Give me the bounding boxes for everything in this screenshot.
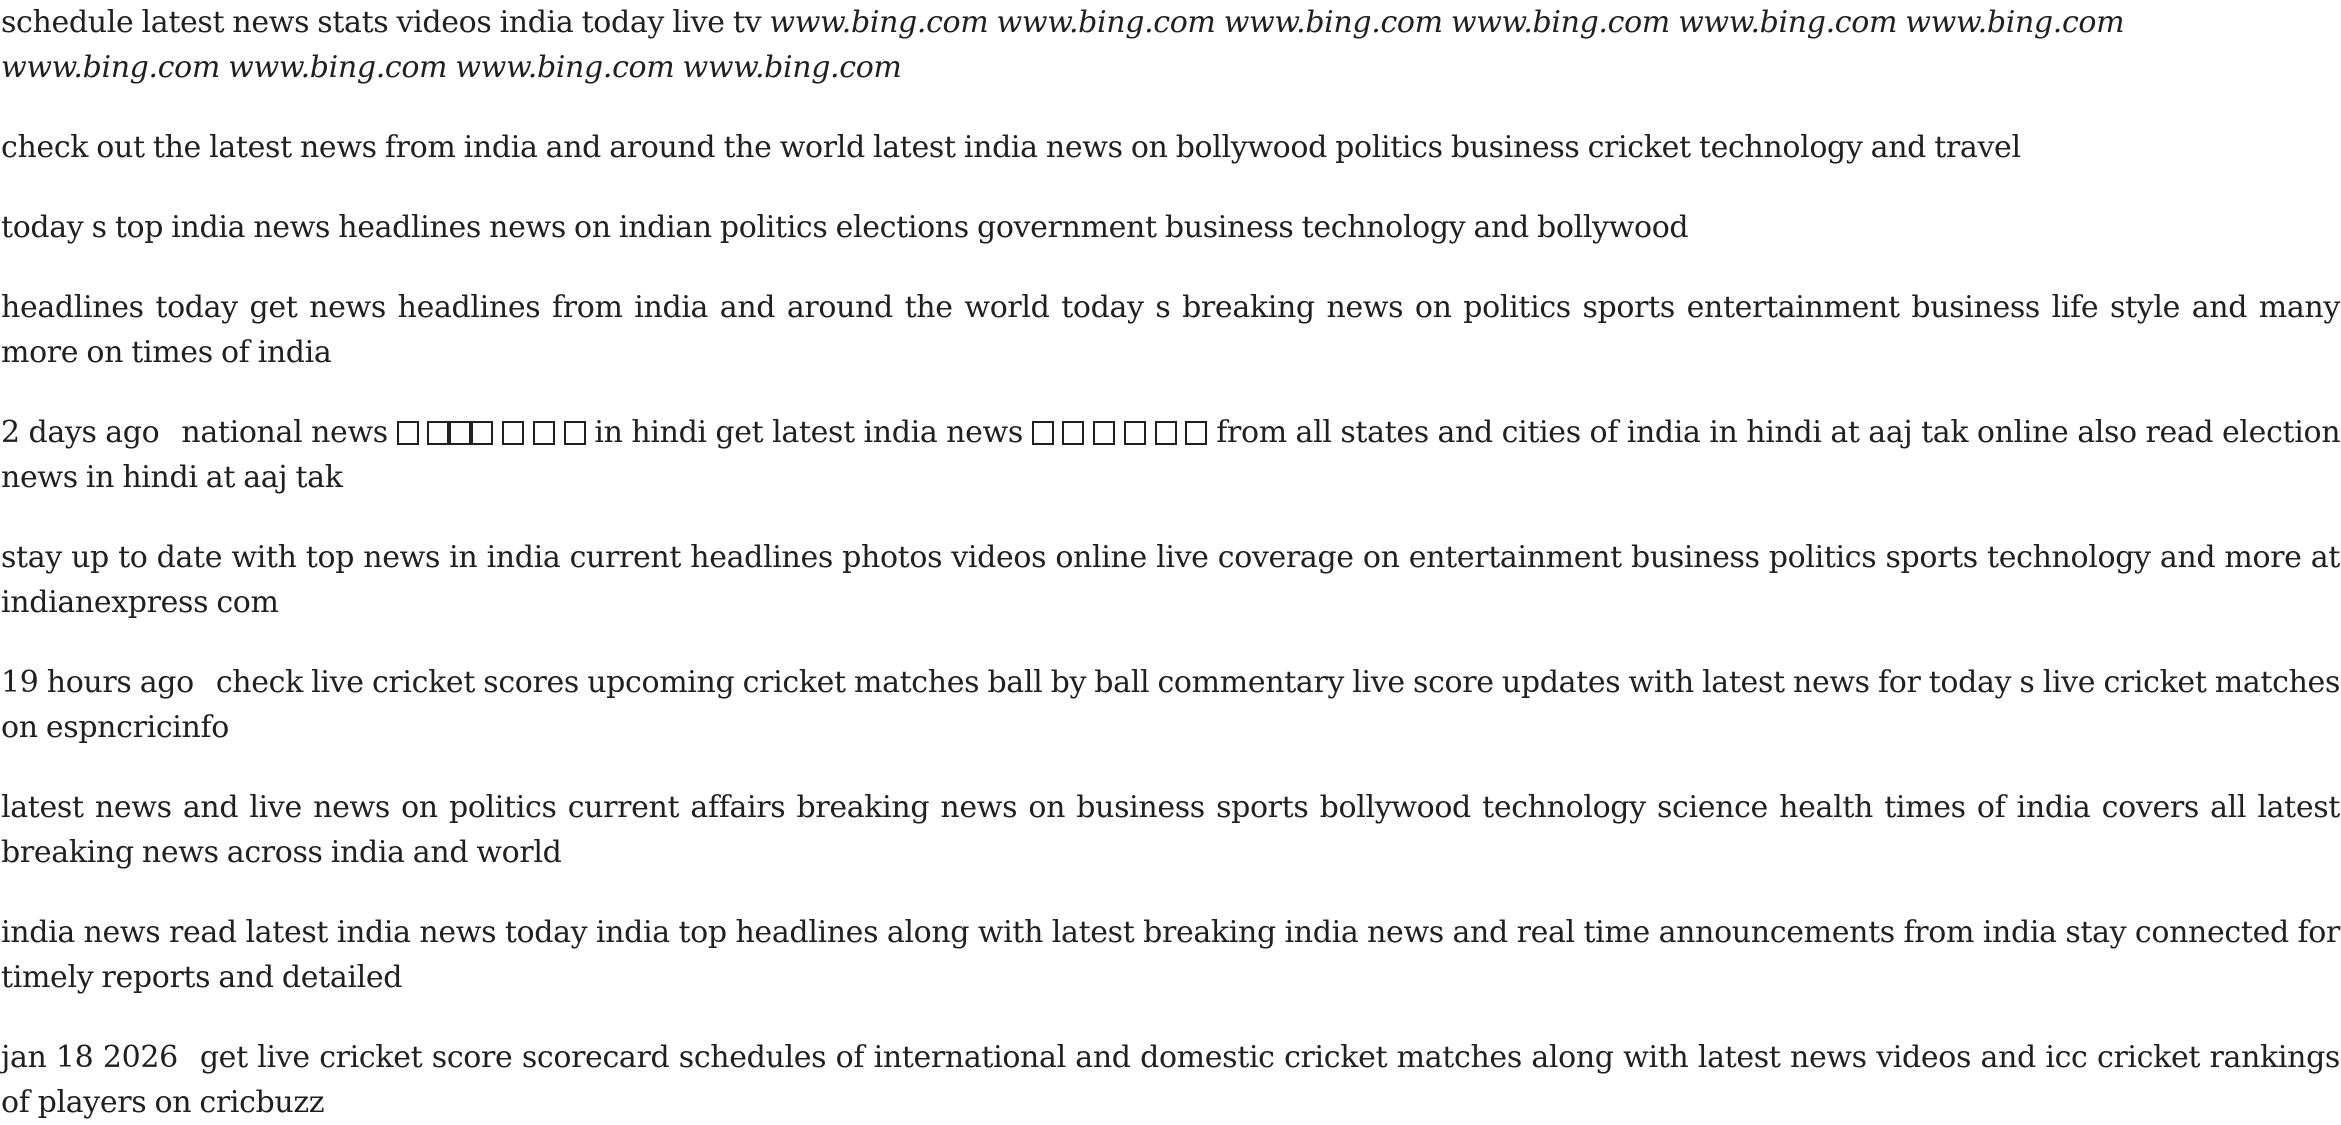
- missing-glyph-icon: [396, 421, 419, 445]
- snippet-text: headlines today get news headlines from …: [1, 290, 2340, 370]
- snippet-paragraph: jan 18 2026 get live cricket score scorec…: [1, 1035, 2340, 1125]
- missing-glyph-icon: [1185, 421, 1208, 445]
- missing-glyph-icon: [1154, 421, 1177, 445]
- url-link[interactable]: www.bing.com: [1451, 5, 1670, 40]
- snippet-text: today s top india news headlines news on…: [1, 210, 1689, 245]
- snippet-text: check live cricket scores upcoming crick…: [1, 665, 2341, 745]
- missing-glyph-icon: [449, 421, 472, 445]
- snippet-text: india news read latest india news today …: [1, 915, 2340, 995]
- url-link[interactable]: www.bing.com: [683, 50, 902, 85]
- url-link[interactable]: www.bing.com: [1678, 5, 1897, 40]
- missing-glyph-icon: [1123, 421, 1146, 445]
- url-link[interactable]: www.bing.com: [455, 50, 674, 85]
- url-link[interactable]: www.bing.com: [1224, 5, 1443, 40]
- header-text: schedule latest news stats videos india …: [1, 5, 762, 40]
- snippet-text: stay up to date with top news in india c…: [1, 540, 2340, 620]
- snippet-text: check out the latest news from india and…: [1, 130, 2021, 165]
- missing-glyph-icon: [1062, 421, 1085, 445]
- missing-glyph-icon: [532, 421, 555, 445]
- missing-glyph-icon: [1093, 421, 1116, 445]
- snippet-time: 2 days ago: [1, 415, 160, 450]
- snippet-text: in hindi get latest india news: [594, 415, 1023, 450]
- search-snippets-document: schedule latest news stats videos india …: [0, 0, 2341, 1125]
- missing-glyph-icon: [563, 421, 586, 445]
- url-link[interactable]: www.bing.com: [1905, 5, 2124, 40]
- snippet-paragraph: 2 days ago national news in hindi get lat…: [1, 410, 2341, 500]
- url-link[interactable]: www.bing.com: [769, 5, 988, 40]
- snippet-paragraph: india news read latest india news today …: [1, 910, 2340, 1000]
- snippet-paragraph: latest news and live news on politics cu…: [1, 785, 2340, 875]
- snippet-text: get live cricket score scorecard schedul…: [1, 1040, 2340, 1120]
- snippet-text: national news: [181, 415, 388, 450]
- url-link[interactable]: www.bing.com: [997, 5, 1216, 40]
- missing-glyph-icon: [427, 421, 450, 445]
- snippet-paragraph: headlines today get news headlines from …: [1, 285, 2340, 375]
- snippet-paragraph: today s top india news headlines news on…: [1, 205, 2340, 250]
- snippet-text: latest news and live news on politics cu…: [1, 790, 2340, 870]
- url-link[interactable]: www.bing.com: [1, 50, 220, 85]
- snippet-time: jan 18 2026: [1, 1040, 178, 1075]
- snippet-paragraph: 19 hours ago check live cricket scores up…: [1, 660, 2340, 750]
- header-line: schedule latest news stats videos india …: [1, 0, 2340, 90]
- snippet-paragraph: stay up to date with top news in india c…: [1, 535, 2340, 625]
- snippet-paragraph: check out the latest news from india and…: [1, 125, 2340, 170]
- snippet-time: 19 hours ago: [1, 665, 194, 700]
- url-link[interactable]: www.bing.com: [228, 50, 447, 85]
- missing-glyph-icon: [471, 421, 494, 445]
- missing-glyph-icon: [1031, 421, 1054, 445]
- missing-glyph-icon: [502, 421, 525, 445]
